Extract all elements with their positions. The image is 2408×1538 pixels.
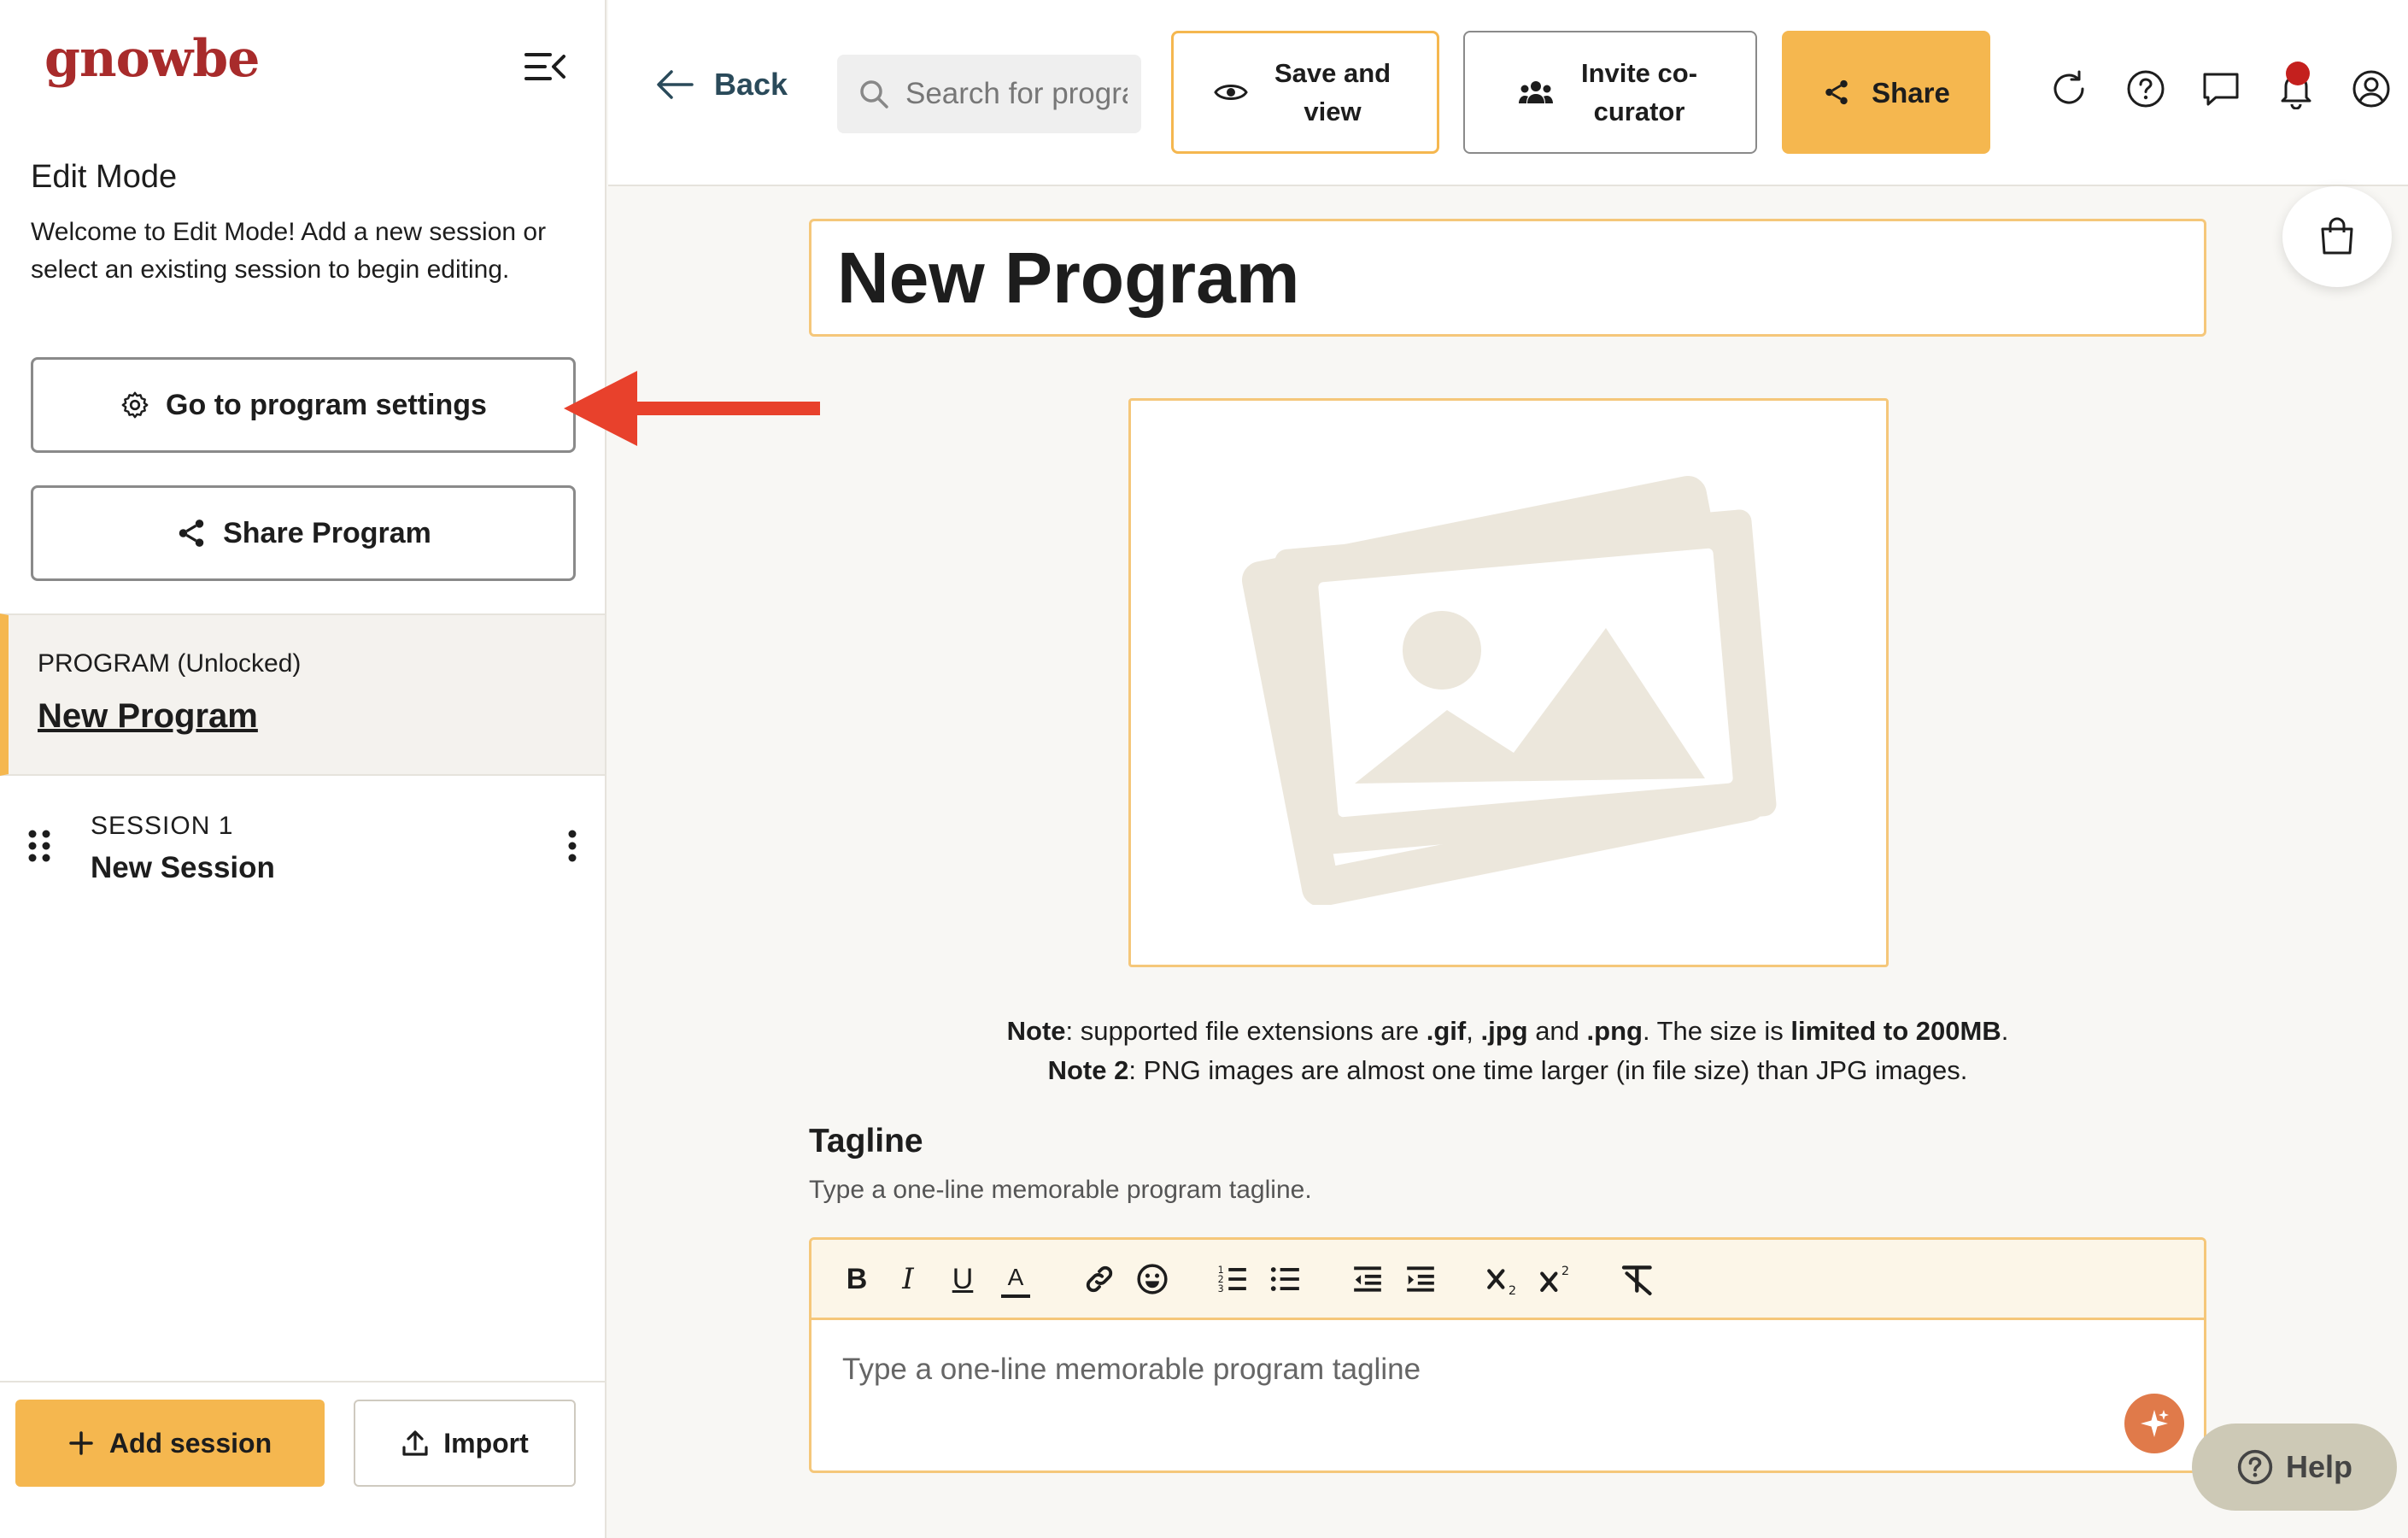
program-name-link[interactable]: New Program [38,697,258,736]
tagline-description: Type a one-line memorable program taglin… [809,1176,1312,1204]
emoji-icon[interactable] [1136,1260,1169,1298]
eye-icon [1214,85,1248,100]
search-box[interactable] [837,55,1141,133]
share-icon [179,520,204,547]
share-button[interactable]: Share [1782,31,1990,154]
annotation-arrow-icon [564,371,820,446]
link-icon[interactable] [1083,1260,1116,1298]
image-upload-notes: Note: supported file extensions are .gif… [809,1012,2206,1090]
back-label: Back [714,67,788,102]
outdent-icon[interactable] [1351,1260,1384,1298]
share-program-label: Share Program [223,516,431,549]
user-avatar-icon[interactable] [2351,68,2392,109]
back-button[interactable]: Back [654,67,788,103]
svg-text:3: 3 [1218,1283,1224,1294]
import-label: Import [443,1427,529,1459]
bold-button[interactable]: B [842,1260,871,1298]
note-1: Note: supported file extensions are .gif… [1006,1016,2009,1046]
top-header: Back Save and view Invite co-curator Sha… [608,0,2408,186]
program-settings-label: Go to program settings [166,388,487,421]
gnowbe-logo[interactable]: gnowbe [44,29,260,89]
ordered-list-icon[interactable]: 1 2 3 [1216,1260,1249,1298]
plus-icon [69,1431,93,1455]
ai-assist-button[interactable] [2124,1394,2184,1453]
search-icon [860,80,888,109]
session-item[interactable]: SESSION 1 New Session [0,795,605,897]
program-item[interactable]: PROGRAM (Unlocked) New Program [0,613,605,776]
tagline-heading: Tagline [809,1123,923,1159]
help-circle-icon[interactable] [2125,68,2166,109]
note-2: Note 2: PNG images are almost one time l… [1047,1055,1968,1085]
clear-format-icon[interactable] [1620,1260,1657,1298]
shopping-bag-icon [2321,217,2353,255]
shopping-bag-button[interactable] [2282,186,2392,287]
sidebar-footer: Add session Import [0,1381,605,1538]
users-icon [1519,81,1553,103]
program-title-input[interactable]: New Program [809,219,2206,337]
drag-handle-icon[interactable] [26,829,53,863]
program-settings-button[interactable]: Go to program settings [31,357,576,453]
svg-text:2: 2 [1509,1284,1516,1298]
help-label: Help [2285,1449,2352,1484]
collapse-sidebar-button[interactable] [523,44,567,89]
chat-icon[interactable] [2200,68,2241,109]
refresh-icon[interactable] [2048,68,2089,109]
sidebar: gnowbe Edit Mode Welcome to Edit Mode! A… [0,0,606,1538]
session-number-label: SESSION 1 [91,812,234,840]
search-input[interactable] [905,77,1128,111]
help-circle-icon [2237,1449,2273,1485]
invite-co-curator-button[interactable]: Invite co-curator [1463,31,1757,154]
bullet-list-icon[interactable] [1269,1260,1302,1298]
indent-icon[interactable] [1404,1260,1437,1298]
session-name: New Session [91,851,275,884]
sparkle-icon [2141,1410,2169,1437]
add-session-button[interactable]: Add session [15,1400,325,1487]
program-status-label: PROGRAM (Unlocked) [38,649,302,678]
arrow-left-icon [657,70,694,99]
italic-button[interactable]: I [895,1260,921,1298]
superscript-icon[interactable]: 2 [1539,1260,1575,1298]
gear-icon [121,391,149,419]
save-and-view-button[interactable]: Save and view [1171,31,1439,154]
tagline-input[interactable]: Type a one-line memorable program taglin… [842,1353,1421,1387]
share-program-button[interactable]: Share Program [31,485,576,581]
upload-icon [402,1430,428,1456]
invite-co-curator-label: Invite co-curator [1580,58,1698,126]
underline-button[interactable]: U [948,1260,977,1298]
share-icon [1825,79,1848,105]
svg-text:2: 2 [1561,1265,1569,1278]
subscript-icon[interactable]: 2 [1486,1260,1522,1298]
notification-badge [2286,62,2310,85]
add-session-label: Add session [108,1427,272,1459]
editor-toolbar: B I U A 1 2 3 2 2 [811,1240,2204,1320]
share-label: Share [1872,76,1950,109]
import-button[interactable]: Import [354,1400,576,1487]
save-and-view-label: Save and view [1274,58,1391,126]
edit-mode-description: Welcome to Edit Mode! Add a new session … [31,218,547,284]
cover-image-dropzone[interactable] [1128,398,1889,967]
tagline-editor[interactable]: B I U A 1 2 3 2 2 Type a one-line memora… [809,1237,2206,1473]
collapse-menu-icon [524,53,565,80]
edit-mode-title: Edit Mode [31,159,178,195]
text-color-button[interactable]: A [1001,1260,1030,1298]
more-options-icon[interactable] [567,829,577,863]
help-button[interactable]: Help [2192,1424,2397,1511]
image-placeholder-icon [1242,476,1777,905]
